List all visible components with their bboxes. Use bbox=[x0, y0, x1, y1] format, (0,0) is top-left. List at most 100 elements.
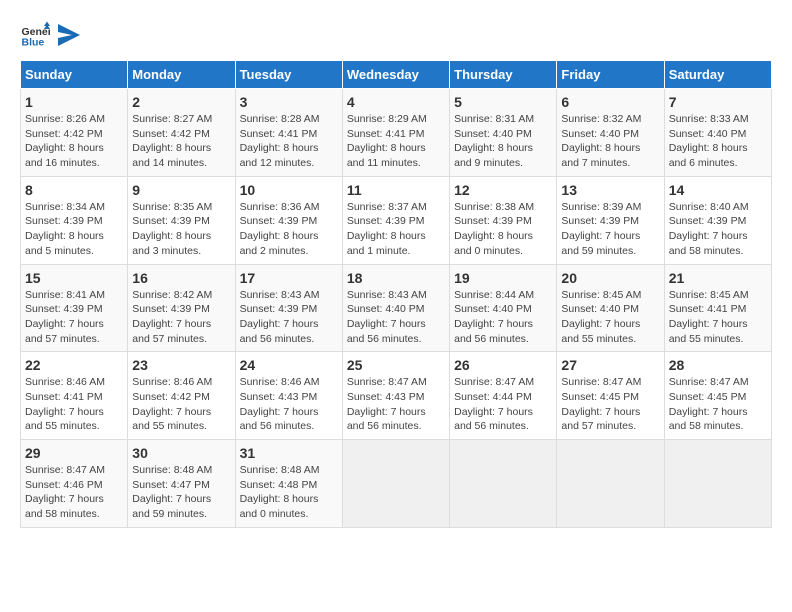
calendar-cell bbox=[342, 440, 449, 528]
day-detail: Sunrise: 8:35 AM Sunset: 4:39 PM Dayligh… bbox=[132, 200, 230, 259]
weekday-header-friday: Friday bbox=[557, 61, 664, 89]
day-detail: Sunrise: 8:43 AM Sunset: 4:40 PM Dayligh… bbox=[347, 288, 445, 347]
day-detail: Sunrise: 8:37 AM Sunset: 4:39 PM Dayligh… bbox=[347, 200, 445, 259]
day-detail: Sunrise: 8:38 AM Sunset: 4:39 PM Dayligh… bbox=[454, 200, 552, 259]
weekday-header-tuesday: Tuesday bbox=[235, 61, 342, 89]
day-detail: Sunrise: 8:46 AM Sunset: 4:41 PM Dayligh… bbox=[25, 375, 123, 434]
day-detail: Sunrise: 8:46 AM Sunset: 4:42 PM Dayligh… bbox=[132, 375, 230, 434]
calendar-cell: 13 Sunrise: 8:39 AM Sunset: 4:39 PM Dayli… bbox=[557, 176, 664, 264]
calendar-cell: 26 Sunrise: 8:47 AM Sunset: 4:44 PM Dayli… bbox=[450, 352, 557, 440]
day-number: 28 bbox=[669, 357, 767, 373]
calendar-cell: 8 Sunrise: 8:34 AM Sunset: 4:39 PM Daylig… bbox=[21, 176, 128, 264]
day-detail: Sunrise: 8:31 AM Sunset: 4:40 PM Dayligh… bbox=[454, 112, 552, 171]
day-number: 29 bbox=[25, 445, 123, 461]
day-detail: Sunrise: 8:32 AM Sunset: 4:40 PM Dayligh… bbox=[561, 112, 659, 171]
calendar-cell: 9 Sunrise: 8:35 AM Sunset: 4:39 PM Daylig… bbox=[128, 176, 235, 264]
day-number: 17 bbox=[240, 270, 338, 286]
day-number: 22 bbox=[25, 357, 123, 373]
calendar-cell: 24 Sunrise: 8:46 AM Sunset: 4:43 PM Dayli… bbox=[235, 352, 342, 440]
calendar-cell: 20 Sunrise: 8:45 AM Sunset: 4:40 PM Dayli… bbox=[557, 264, 664, 352]
calendar-cell: 21 Sunrise: 8:45 AM Sunset: 4:41 PM Dayli… bbox=[664, 264, 771, 352]
calendar-cell: 22 Sunrise: 8:46 AM Sunset: 4:41 PM Dayli… bbox=[21, 352, 128, 440]
day-detail: Sunrise: 8:48 AM Sunset: 4:47 PM Dayligh… bbox=[132, 463, 230, 522]
day-detail: Sunrise: 8:44 AM Sunset: 4:40 PM Dayligh… bbox=[454, 288, 552, 347]
logo-arrow-icon bbox=[58, 24, 80, 46]
calendar-cell: 4 Sunrise: 8:29 AM Sunset: 4:41 PM Daylig… bbox=[342, 89, 449, 177]
day-detail: Sunrise: 8:47 AM Sunset: 4:44 PM Dayligh… bbox=[454, 375, 552, 434]
day-detail: Sunrise: 8:45 AM Sunset: 4:40 PM Dayligh… bbox=[561, 288, 659, 347]
calendar-cell: 11 Sunrise: 8:37 AM Sunset: 4:39 PM Dayli… bbox=[342, 176, 449, 264]
calendar-week-2: 8 Sunrise: 8:34 AM Sunset: 4:39 PM Daylig… bbox=[21, 176, 772, 264]
calendar-cell: 25Sunrise: 8:47 AM Sunset: 4:43 PM Dayli… bbox=[342, 352, 449, 440]
day-detail: Sunrise: 8:40 AM Sunset: 4:39 PM Dayligh… bbox=[669, 200, 767, 259]
calendar-cell: 7 Sunrise: 8:33 AM Sunset: 4:40 PM Daylig… bbox=[664, 89, 771, 177]
day-number: 7 bbox=[669, 94, 767, 110]
day-number: 15 bbox=[25, 270, 123, 286]
svg-text:Blue: Blue bbox=[22, 37, 45, 49]
weekday-header-row: SundayMondayTuesdayWednesdayThursdayFrid… bbox=[21, 61, 772, 89]
day-detail: Sunrise: 8:42 AM Sunset: 4:39 PM Dayligh… bbox=[132, 288, 230, 347]
day-number: 3 bbox=[240, 94, 338, 110]
day-detail: Sunrise: 8:47 AM Sunset: 4:46 PM Dayligh… bbox=[25, 463, 123, 522]
logo: General Blue bbox=[20, 20, 80, 50]
day-number: 14 bbox=[669, 182, 767, 198]
day-number: 23 bbox=[132, 357, 230, 373]
day-number: 9 bbox=[132, 182, 230, 198]
day-number: 26 bbox=[454, 357, 552, 373]
calendar-week-5: 29 Sunrise: 8:47 AM Sunset: 4:46 PM Dayli… bbox=[21, 440, 772, 528]
day-number: 18 bbox=[347, 270, 445, 286]
day-detail: Sunrise: 8:26 AM Sunset: 4:42 PM Dayligh… bbox=[25, 112, 123, 171]
day-detail: Sunrise: 8:46 AM Sunset: 4:43 PM Dayligh… bbox=[240, 375, 338, 434]
calendar-cell: 14 Sunrise: 8:40 AM Sunset: 4:39 PM Dayli… bbox=[664, 176, 771, 264]
calendar-cell: 23 Sunrise: 8:46 AM Sunset: 4:42 PM Dayli… bbox=[128, 352, 235, 440]
day-number: 10 bbox=[240, 182, 338, 198]
day-number: 27 bbox=[561, 357, 659, 373]
weekday-header-saturday: Saturday bbox=[664, 61, 771, 89]
day-detail: Sunrise: 8:48 AM Sunset: 4:48 PM Dayligh… bbox=[240, 463, 338, 522]
day-detail: Sunrise: 8:34 AM Sunset: 4:39 PM Dayligh… bbox=[25, 200, 123, 259]
calendar-cell bbox=[664, 440, 771, 528]
calendar-week-3: 15 Sunrise: 8:41 AM Sunset: 4:39 PM Dayli… bbox=[21, 264, 772, 352]
calendar-cell: 29 Sunrise: 8:47 AM Sunset: 4:46 PM Dayli… bbox=[21, 440, 128, 528]
day-detail: Sunrise: 8:41 AM Sunset: 4:39 PM Dayligh… bbox=[25, 288, 123, 347]
calendar-cell: 2 Sunrise: 8:27 AM Sunset: 4:42 PM Daylig… bbox=[128, 89, 235, 177]
calendar-cell: 3Sunrise: 8:28 AM Sunset: 4:41 PM Daylig… bbox=[235, 89, 342, 177]
day-number: 19 bbox=[454, 270, 552, 286]
calendar-cell: 18 Sunrise: 8:43 AM Sunset: 4:40 PM Dayli… bbox=[342, 264, 449, 352]
day-detail: Sunrise: 8:45 AM Sunset: 4:41 PM Dayligh… bbox=[669, 288, 767, 347]
day-detail: Sunrise: 8:27 AM Sunset: 4:42 PM Dayligh… bbox=[132, 112, 230, 171]
calendar-cell: 5Sunrise: 8:31 AM Sunset: 4:40 PM Daylig… bbox=[450, 89, 557, 177]
calendar-cell bbox=[557, 440, 664, 528]
day-detail: Sunrise: 8:39 AM Sunset: 4:39 PM Dayligh… bbox=[561, 200, 659, 259]
day-number: 8 bbox=[25, 182, 123, 198]
day-number: 31 bbox=[240, 445, 338, 461]
weekday-header-thursday: Thursday bbox=[450, 61, 557, 89]
day-number: 30 bbox=[132, 445, 230, 461]
calendar-cell: 1 Sunrise: 8:26 AM Sunset: 4:42 PM Daylig… bbox=[21, 89, 128, 177]
day-number: 13 bbox=[561, 182, 659, 198]
day-detail: Sunrise: 8:36 AM Sunset: 4:39 PM Dayligh… bbox=[240, 200, 338, 259]
calendar-cell: 30 Sunrise: 8:48 AM Sunset: 4:47 PM Dayli… bbox=[128, 440, 235, 528]
day-number: 20 bbox=[561, 270, 659, 286]
day-number: 24 bbox=[240, 357, 338, 373]
calendar-table: SundayMondayTuesdayWednesdayThursdayFrid… bbox=[20, 60, 772, 528]
day-number: 1 bbox=[25, 94, 123, 110]
day-number: 11 bbox=[347, 182, 445, 198]
calendar-cell: 10 Sunrise: 8:36 AM Sunset: 4:39 PM Dayli… bbox=[235, 176, 342, 264]
calendar-cell: 31 Sunrise: 8:48 AM Sunset: 4:48 PM Dayli… bbox=[235, 440, 342, 528]
calendar-cell: 17 Sunrise: 8:43 AM Sunset: 4:39 PM Dayli… bbox=[235, 264, 342, 352]
day-number: 21 bbox=[669, 270, 767, 286]
calendar-cell: 6Sunrise: 8:32 AM Sunset: 4:40 PM Daylig… bbox=[557, 89, 664, 177]
day-number: 4 bbox=[347, 94, 445, 110]
logo-icon: General Blue bbox=[20, 20, 50, 50]
day-number: 2 bbox=[132, 94, 230, 110]
day-number: 16 bbox=[132, 270, 230, 286]
day-detail: Sunrise: 8:29 AM Sunset: 4:41 PM Dayligh… bbox=[347, 112, 445, 171]
weekday-header-sunday: Sunday bbox=[21, 61, 128, 89]
day-detail: Sunrise: 8:47 AM Sunset: 4:43 PM Dayligh… bbox=[347, 375, 445, 434]
calendar-cell: 12Sunrise: 8:38 AM Sunset: 4:39 PM Dayli… bbox=[450, 176, 557, 264]
weekday-header-monday: Monday bbox=[128, 61, 235, 89]
day-detail: Sunrise: 8:33 AM Sunset: 4:40 PM Dayligh… bbox=[669, 112, 767, 171]
day-detail: Sunrise: 8:43 AM Sunset: 4:39 PM Dayligh… bbox=[240, 288, 338, 347]
calendar-week-1: 1 Sunrise: 8:26 AM Sunset: 4:42 PM Daylig… bbox=[21, 89, 772, 177]
